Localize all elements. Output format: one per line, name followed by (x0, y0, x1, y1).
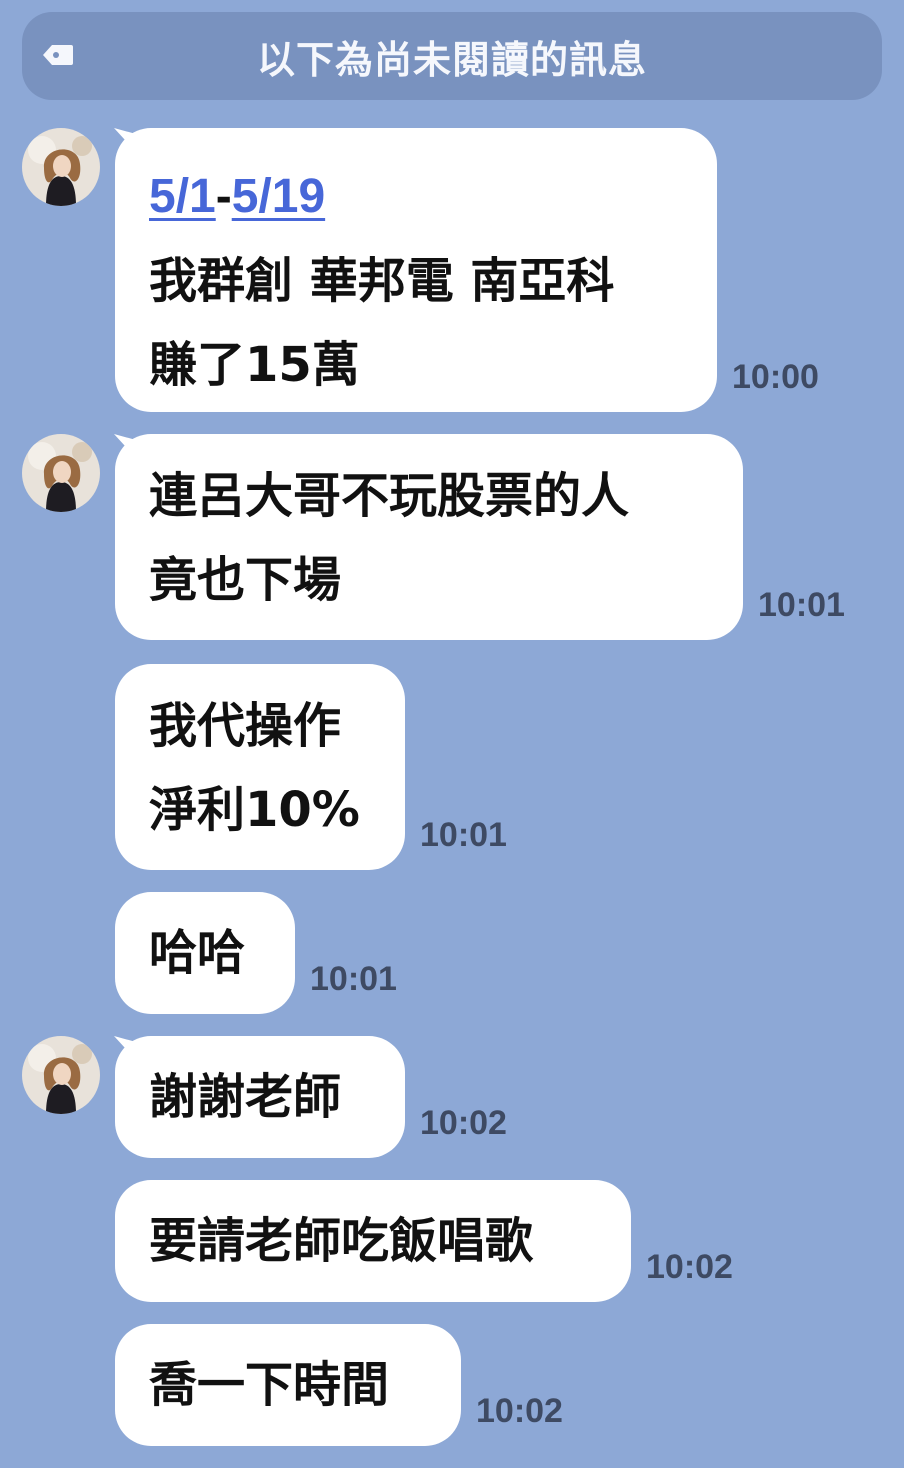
avatar-photo (22, 434, 100, 512)
message-line: 賺了15萬 (149, 337, 360, 393)
avatar-photo (22, 128, 100, 206)
message-timestamp: 10:02 (646, 1248, 733, 1286)
message-bubble[interactable]: 要請老師吃飯唱歌 (115, 1180, 631, 1302)
message-line: 要請老師吃飯唱歌 (149, 1213, 534, 1269)
message-line: 謝謝老師 (149, 1069, 342, 1125)
sender-avatar[interactable] (22, 1036, 100, 1114)
date-range-line: 5/1-5/19 (149, 154, 683, 239)
message-timestamp: 10:00 (732, 358, 819, 396)
sender-avatar[interactable] (22, 128, 100, 206)
message-line: 我代操作 (149, 698, 342, 754)
message-line: 我群創 華邦電 南亞科 (149, 253, 615, 309)
date-dash: - (215, 170, 232, 223)
sender-avatar[interactable] (22, 434, 100, 512)
message-bubble[interactable]: 我代操作 淨利10% (115, 664, 405, 870)
unread-banner-text: 以下為尚未閱讀的訊息 (256, 37, 647, 82)
message-line: 竟也下場 (149, 552, 342, 608)
message-bubble[interactable]: 哈哈 (115, 892, 295, 1014)
message-bubble[interactable]: 謝謝老師 (115, 1036, 405, 1158)
date-link-start[interactable]: 5/1 (149, 170, 216, 223)
avatar-photo (22, 1036, 100, 1114)
message-timestamp: 10:01 (310, 960, 397, 998)
unread-messages-banner[interactable]: 以下為尚未閱讀的訊息 (22, 12, 882, 100)
message-bubble[interactable]: 5/1-5/19 我群創 華邦電 南亞科 賺了15萬 (115, 128, 717, 412)
message-line: 連呂大哥不玩股票的人 (149, 468, 630, 524)
message-line: 哈哈 (149, 925, 246, 981)
message-timestamp: 10:02 (476, 1392, 563, 1430)
tag-icon (43, 45, 73, 65)
date-link-end[interactable]: 5/19 (232, 170, 325, 223)
message-timestamp: 10:02 (420, 1104, 507, 1142)
message-bubble[interactable]: 連呂大哥不玩股票的人 竟也下場 (115, 434, 743, 640)
message-timestamp: 10:01 (420, 816, 507, 854)
message-timestamp: 10:01 (758, 586, 845, 624)
message-bubble[interactable]: 喬一下時間 (115, 1324, 461, 1446)
message-line: 喬一下時間 (149, 1357, 390, 1413)
message-line: 淨利10% (149, 782, 360, 838)
